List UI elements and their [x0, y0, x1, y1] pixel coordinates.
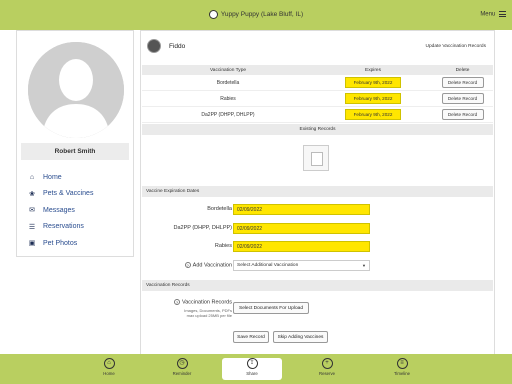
- chevron-down-icon: ▼: [362, 263, 366, 268]
- form-row-records: ? Vaccination Records Images, Documents, …: [141, 299, 494, 318]
- tab-reminder[interactable]: ◷ Reminder: [152, 358, 212, 380]
- column-header: Vaccination Type: [209, 67, 247, 73]
- bordetella-date-input[interactable]: 02/09/2022: [233, 204, 370, 215]
- sidebar-item-pet-photos[interactable]: ▣ Pet Photos: [27, 235, 93, 252]
- sidebar-item-reservations[interactable]: ☰ Reservations: [27, 219, 93, 236]
- app-title: Yuppy Puppy (Lake Bluff, IL): [0, 10, 512, 19]
- records-section-header: Vaccination Records: [142, 280, 493, 291]
- document-thumbnail[interactable]: [303, 145, 329, 171]
- vaccine-table: Vaccination Type Expires Delete Bordetel…: [142, 65, 493, 123]
- expiration-date: February 9th, 2022: [345, 77, 401, 88]
- add-vaccination-select[interactable]: Select Additional Vaccination ▼: [233, 260, 370, 271]
- table-row: Da2PP (DHPP, DHLPP) February 9th, 2022 D…: [142, 107, 493, 123]
- list-icon: ☰: [28, 223, 36, 231]
- document-icon: [311, 152, 323, 166]
- tab-label: Reminder: [172, 371, 192, 376]
- table-row: Bordetella February 9th, 2022 Delete Rec…: [142, 75, 493, 91]
- tab-share[interactable]: ⇪ Share: [222, 358, 282, 380]
- field-label: Da2PP (DHPP, DHLPP): [173, 225, 233, 231]
- save-record-button[interactable]: Save Record: [233, 331, 269, 343]
- tab-reserve[interactable]: + Reserve: [297, 358, 357, 380]
- timeline-icon: ≡: [396, 358, 408, 369]
- tab-timeline[interactable]: ≡ Timeline: [372, 358, 432, 380]
- sidebar-item-label: Pet Photos: [43, 239, 78, 247]
- upload-hint: Images, Documents, PDFs max upload 25MB …: [184, 308, 232, 318]
- delete-record-button[interactable]: Delete Record: [441, 77, 484, 88]
- column-header: Expires: [365, 67, 381, 73]
- delete-record-button[interactable]: Delete Record: [441, 109, 484, 120]
- tab-label: Home: [103, 371, 115, 376]
- help-icon[interactable]: ?: [173, 299, 180, 305]
- da2pp-date-input[interactable]: 02/09/2022: [233, 223, 370, 234]
- help-icon[interactable]: ?: [184, 262, 191, 268]
- records-label-text: Vaccination Records: [181, 299, 232, 306]
- field-label: Rabies: [214, 243, 232, 249]
- content-area: Robert Smith ⌂ Home ❀ Pets & Vaccines ✉ …: [0, 30, 512, 355]
- paw-icon: ❀: [29, 190, 35, 198]
- update-vaccination-link[interactable]: Update Vaccination Records: [426, 44, 486, 49]
- form-row-add-vaccination: ? Add Vaccination Select Additional Vacci…: [141, 260, 494, 271]
- form-row-da2pp: Da2PP (DHPP, DHLPP) 02/09/2022: [141, 223, 494, 234]
- tab-label: Timeline: [393, 371, 411, 376]
- sidebar-item-home[interactable]: ⌂ Home: [27, 169, 93, 186]
- envelope-icon: ✉: [29, 207, 35, 215]
- column-header: Delete: [455, 67, 470, 73]
- sidebar-item-pets-vaccines[interactable]: ❀ Pets & Vaccines: [27, 186, 93, 203]
- app-title-text: Yuppy Puppy (Lake Bluff, IL): [220, 11, 304, 19]
- expiration-date: February 9th, 2022: [345, 109, 401, 120]
- vaccine-type: Rabies: [220, 95, 236, 102]
- rabies-date-input[interactable]: 02/09/2022: [233, 241, 370, 252]
- expiration-section-header: Vaccine Expiration Dates: [142, 186, 493, 197]
- pet-header: Fiddo Update Vaccination Records: [141, 31, 494, 61]
- sidebar-item-label: Pets & Vaccines: [43, 190, 94, 198]
- home-icon: ⌂: [29, 173, 35, 181]
- field-label: Bordetella: [207, 206, 232, 212]
- existing-records-header: Existing Records: [142, 124, 493, 135]
- menu-button[interactable]: Menu: [480, 11, 506, 18]
- clock-icon: ◷: [176, 358, 188, 369]
- main-panel: Fiddo Update Vaccination Records Vaccina…: [140, 30, 495, 355]
- hamburger-icon: [499, 11, 506, 17]
- sidebar-item-label: Messages: [43, 206, 75, 214]
- user-name: Robert Smith: [21, 143, 129, 160]
- logo-icon: [208, 10, 218, 19]
- user-silhouette-icon: [28, 42, 124, 138]
- sidebar-item-label: Reservations: [43, 223, 84, 231]
- sidebar: Robert Smith ⌂ Home ❀ Pets & Vaccines ✉ …: [16, 30, 134, 257]
- table-header: Vaccination Type Expires Delete: [142, 65, 493, 75]
- add-vaccination-text: Add Vaccination: [192, 262, 232, 269]
- sidebar-item-messages[interactable]: ✉ Messages: [27, 202, 93, 219]
- pet-avatar: [147, 39, 161, 53]
- vaccine-type: Bordetella: [216, 79, 240, 86]
- skip-adding-vaccines-button[interactable]: Skip Adding Vaccines: [273, 331, 328, 343]
- tab-home[interactable]: ⌂ Home: [79, 358, 139, 380]
- plus-icon: +: [321, 358, 333, 369]
- select-documents-button[interactable]: Select Documents For Upload: [233, 302, 309, 314]
- menu-label: Menu: [480, 11, 496, 18]
- tab-label: Share: [246, 371, 258, 376]
- vaccine-type: Da2PP (DHPP, DHLPP): [201, 111, 255, 118]
- tab-label: Reserve: [318, 371, 335, 376]
- table-row: Rabies February 9th, 2022 Delete Record: [142, 91, 493, 107]
- bottom-nav: ⌂ Home ◷ Reminder ⇪ Share + Reserve ≡ Ti…: [0, 354, 512, 384]
- share-icon: ⇪: [246, 358, 258, 369]
- sidebar-item-label: Home: [43, 173, 62, 181]
- sidebar-nav: ⌂ Home ❀ Pets & Vaccines ✉ Messages ☰ Re…: [27, 169, 94, 252]
- top-bar: Yuppy Puppy (Lake Bluff, IL) Menu: [0, 0, 512, 30]
- upload-hint-line: max upload 25MB per file: [186, 313, 232, 318]
- form-row-rabies: Rabies 02/09/2022: [141, 241, 494, 252]
- expiration-date: February 9th, 2022: [345, 93, 401, 104]
- delete-record-button[interactable]: Delete Record: [441, 93, 484, 104]
- select-value: Select Additional Vaccination: [237, 263, 299, 268]
- records-label: ? Vaccination Records: [173, 299, 232, 306]
- add-vaccination-label: ? Add Vaccination: [184, 262, 232, 269]
- photo-icon: ▣: [28, 240, 36, 248]
- home-icon: ⌂: [103, 358, 115, 369]
- form-row-bordetella: Bordetella 02/09/2022: [141, 204, 494, 215]
- avatar: [28, 42, 124, 138]
- pet-name: Fiddo: [169, 43, 186, 50]
